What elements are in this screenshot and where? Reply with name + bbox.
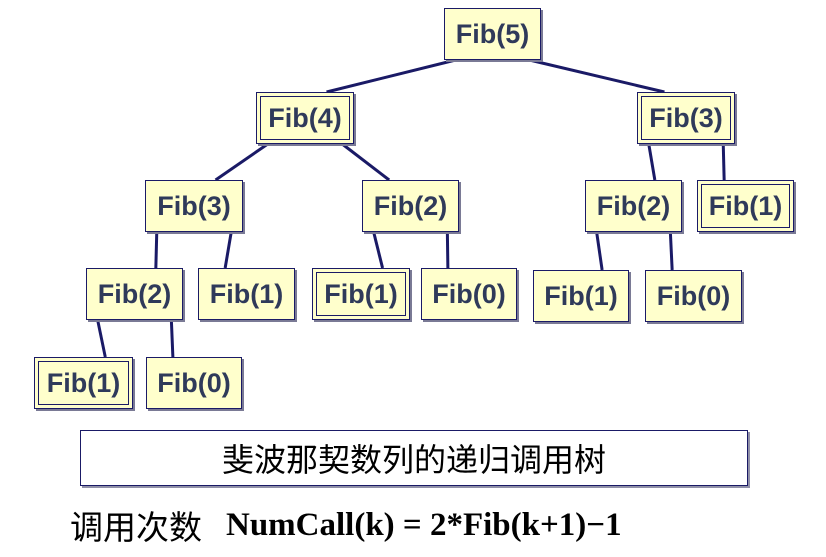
tree-edge-n3-n3_1 (721, 143, 726, 181)
node-fib0-level4-b: Fib(0) (645, 270, 742, 322)
node-fib1-level4-b: Fib(1) (312, 268, 410, 320)
tree-edge-n4_3_2-n4_3_2_1 (96, 319, 107, 358)
node-fib2-middle: Fib(2) (362, 180, 459, 232)
tree-edge-n4_3-n4_3_2 (154, 231, 159, 269)
tree-edge-n3-n3_2 (647, 143, 657, 181)
tree-edge-n4-n4_2 (341, 142, 391, 182)
node-fib1-level5: Fib(1) (34, 357, 133, 409)
tree-edge-n5-n3 (529, 58, 665, 94)
formula-expression: NumCall(k) = 2*Fib(k+1)−1 (226, 506, 622, 543)
tree-edge-n3_2-n3_2_1 (595, 231, 604, 271)
node-fib0-level5: Fib(0) (146, 357, 242, 409)
tree-edge-n4_3_2-n4_3_2_0 (169, 319, 175, 358)
formula-label: 调用次数 (70, 508, 202, 547)
node-fib3-left: Fib(3) (145, 180, 243, 232)
tree-edge-n4-n4_3 (214, 142, 269, 182)
caption-box: 斐波那契数列的递归调用树 (80, 430, 748, 486)
node-fib1-level4-c: Fib(1) (533, 270, 629, 322)
tree-edge-n5-n4 (326, 58, 457, 94)
fibonacci-recursion-slide: Fib(5) Fib(4) Fib(3) Fib(3) Fib(2) Fib(2… (0, 0, 826, 557)
node-fib1-right: Fib(1) (697, 180, 794, 232)
node-fib2-right: Fib(2) (585, 180, 682, 232)
tree-edge-n4_3-n4_3_1 (223, 231, 233, 269)
node-fib0-level4-a: Fib(0) (421, 268, 517, 320)
tree-edge-n4_2-n4_2_1 (372, 231, 385, 269)
node-fib5: Fib(5) (444, 8, 541, 60)
node-fib3-right: Fib(3) (637, 92, 735, 144)
caption-text: 斐波那契数列的递归调用树 (221, 441, 606, 479)
tree-edge-n3_2-n3_2_0 (668, 231, 674, 271)
node-fib2-left: Fib(2) (86, 268, 183, 320)
node-fib1-level4-a: Fib(1) (198, 268, 295, 320)
node-fib4: Fib(4) (256, 92, 354, 144)
tree-edge-n4_2-n4_2_0 (445, 231, 450, 269)
call-count-formula: 调用次数 NumCall(k) = 2*Fib(k+1)−1 (70, 500, 770, 550)
